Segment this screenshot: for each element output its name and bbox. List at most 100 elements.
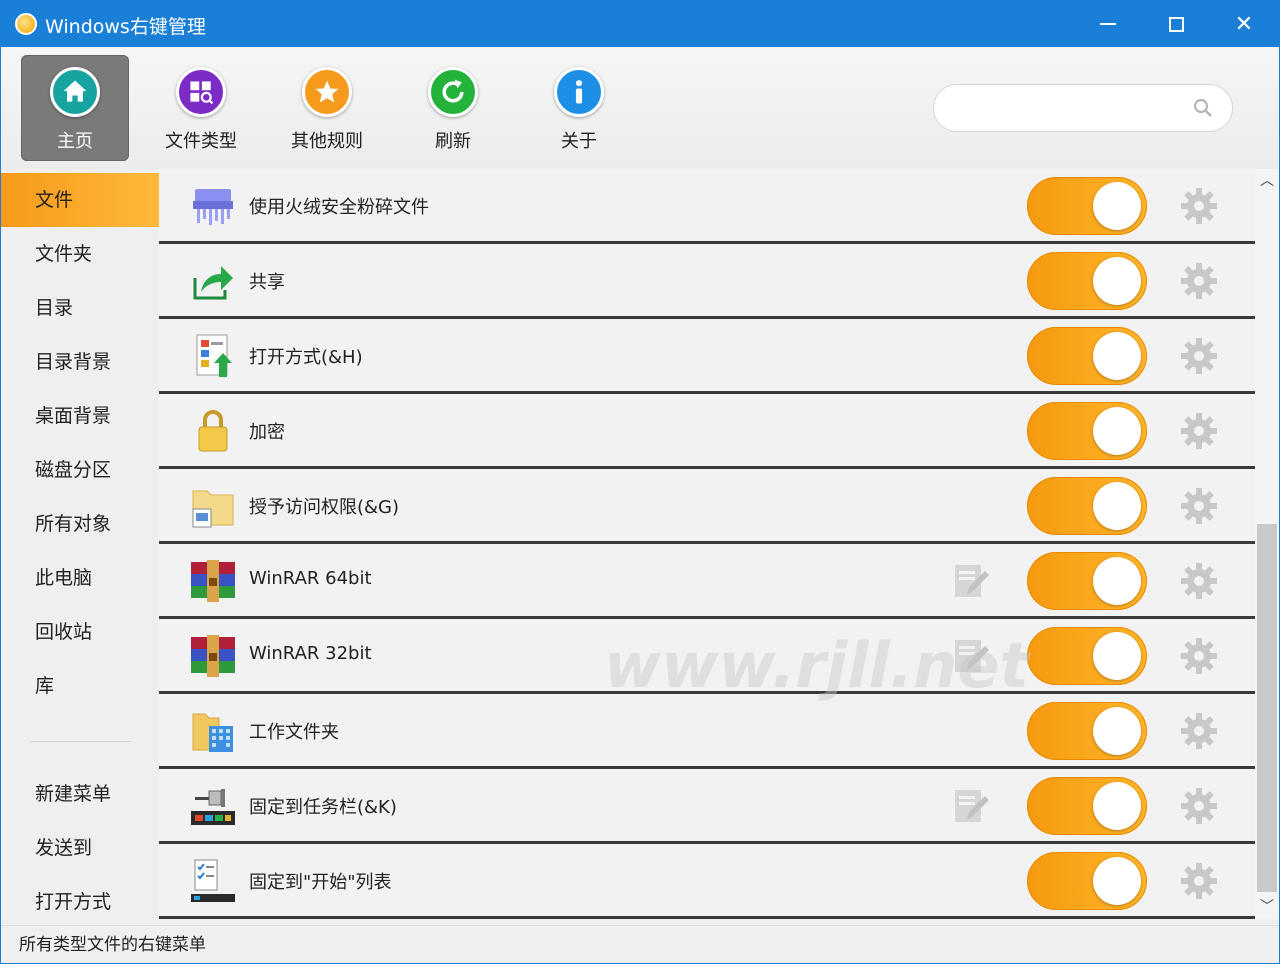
sidebar-item-this-pc[interactable]: 此电脑 (1, 551, 159, 605)
menu-item-list: 使用火绒安全粉碎文件 共享 打开方式(&H) 加密 授予访问权限(&G) Win… (159, 169, 1255, 919)
enable-toggle[interactable] (1027, 177, 1147, 235)
search-box[interactable] (933, 84, 1233, 132)
home-icon (50, 67, 100, 117)
winrar-icon (191, 635, 235, 677)
sidebar-item-recycle-bin[interactable]: 回收站 (1, 605, 159, 659)
sidebar-item-all-objects[interactable]: 所有对象 (1, 497, 159, 551)
toggle-knob (1093, 782, 1141, 830)
edit-icon[interactable] (951, 786, 991, 826)
gear-icon[interactable] (1178, 560, 1220, 602)
row-label: 授予访问权限(&G) (249, 497, 400, 518)
gear-icon[interactable] (1178, 410, 1220, 452)
enable-toggle[interactable] (1027, 477, 1147, 535)
list-item: 打开方式(&H) (159, 319, 1255, 394)
work-folder-icon (192, 713, 233, 752)
sidebar: 文件 文件夹 目录 目录背景 桌面背景 磁盘分区 所有对象 此电脑 回收站 库 … (1, 169, 159, 925)
toggle-knob (1093, 332, 1141, 380)
toolbar-file-type-label: 文件类型 (165, 131, 237, 152)
vertical-scrollbar[interactable]: ︿ ﹀ (1255, 169, 1279, 919)
sidebar-item-folder[interactable]: 文件夹 (1, 227, 159, 281)
toggle-knob (1093, 182, 1141, 230)
edit-icon[interactable] (951, 636, 991, 676)
toggle-knob (1093, 407, 1141, 455)
minimize-button[interactable] (1075, 1, 1141, 47)
app-logo-icon (15, 13, 37, 35)
star-icon (302, 67, 352, 117)
chevron-up-icon: ︿ (1260, 173, 1274, 189)
maximize-button[interactable] (1143, 1, 1209, 47)
title-bar[interactable]: Windows右键管理 ✕ (1, 1, 1279, 47)
list-item: 固定到"开始"列表 (159, 844, 1255, 919)
sidebar-item-file[interactable]: 文件 (1, 173, 159, 227)
gear-icon[interactable] (1178, 710, 1220, 752)
enable-toggle[interactable] (1027, 402, 1147, 460)
taskbar-pin-icon (191, 789, 235, 825)
toggle-knob (1093, 482, 1141, 530)
scroll-up-button[interactable]: ︿ (1255, 169, 1279, 191)
shredder-icon (193, 189, 233, 225)
search-icon[interactable] (1192, 97, 1214, 119)
toggle-knob (1093, 557, 1141, 605)
row-label: WinRAR 32bit (249, 643, 372, 664)
edit-icon[interactable] (951, 561, 991, 601)
gear-icon[interactable] (1178, 335, 1220, 377)
lock-icon (198, 410, 228, 452)
maximize-icon (1168, 16, 1184, 32)
info-icon (554, 67, 604, 117)
enable-toggle[interactable] (1027, 702, 1147, 760)
gear-icon[interactable] (1178, 785, 1220, 827)
toggle-knob (1093, 257, 1141, 305)
toolbar-home-label: 主页 (57, 131, 93, 152)
list-item: WinRAR 32bit (159, 619, 1255, 694)
gear-icon[interactable] (1178, 485, 1220, 527)
search-input[interactable] (952, 95, 1192, 121)
close-button[interactable]: ✕ (1211, 1, 1277, 47)
sidebar-item-open-with[interactable]: 打开方式 (1, 875, 159, 929)
toggle-knob (1093, 857, 1141, 905)
sidebar-item-send-to[interactable]: 发送到 (1, 821, 159, 875)
toolbar-file-type-button[interactable]: 文件类型 (147, 55, 255, 161)
list-item: 授予访问权限(&G) (159, 469, 1255, 544)
gear-icon[interactable] (1178, 185, 1220, 227)
toolbar-about-button[interactable]: 关于 (525, 55, 633, 161)
gear-icon[interactable] (1178, 860, 1220, 902)
enable-toggle[interactable] (1027, 252, 1147, 310)
status-text: 所有类型文件的右键菜单 (19, 935, 206, 955)
toolbar-refresh-button[interactable]: 刷新 (399, 55, 507, 161)
scroll-down-button[interactable]: ﹀ (1255, 895, 1279, 917)
row-label: 打开方式(&H) (249, 347, 363, 368)
enable-toggle[interactable] (1027, 627, 1147, 685)
gear-icon[interactable] (1178, 635, 1220, 677)
sidebar-item-library[interactable]: 库 (1, 659, 159, 713)
sidebar-item-new-menu[interactable]: 新建菜单 (1, 767, 159, 821)
row-label: WinRAR 64bit (249, 568, 372, 589)
list-item: 固定到任务栏(&K) (159, 769, 1255, 844)
sidebar-item-directory[interactable]: 目录 (1, 281, 159, 335)
winrar-icon (191, 560, 235, 602)
row-label: 工作文件夹 (249, 722, 339, 743)
sidebar-item-desktop-background[interactable]: 桌面背景 (1, 389, 159, 443)
file-type-icon (176, 67, 226, 117)
enable-toggle[interactable] (1027, 852, 1147, 910)
scroll-thumb[interactable] (1257, 524, 1277, 892)
enable-toggle[interactable] (1027, 777, 1147, 835)
app-window: Windows右键管理 ✕ 主页 文件类型 其他规则 刷新 关于 文件 文件夹 … (0, 0, 1280, 964)
list-item: 共享 (159, 244, 1255, 319)
status-bar: 所有类型文件的右键菜单 (1, 925, 1279, 963)
list-item: WinRAR 64bit (159, 544, 1255, 619)
sidebar-divider (31, 741, 131, 742)
window-title: Windows右键管理 (45, 16, 206, 38)
row-label: 固定到"开始"列表 (249, 872, 392, 893)
toolbar-other-rules-button[interactable]: 其他规则 (273, 55, 381, 161)
access-folder-icon (192, 490, 234, 528)
enable-toggle[interactable] (1027, 327, 1147, 385)
toolbar-home-button[interactable]: 主页 (21, 55, 129, 161)
sidebar-item-directory-background[interactable]: 目录背景 (1, 335, 159, 389)
enable-toggle[interactable] (1027, 552, 1147, 610)
toggle-knob (1093, 707, 1141, 755)
sidebar-item-disk-partition[interactable]: 磁盘分区 (1, 443, 159, 497)
row-label: 固定到任务栏(&K) (249, 797, 397, 818)
start-list-icon (191, 859, 235, 902)
chevron-down-icon: ﹀ (1260, 899, 1274, 915)
gear-icon[interactable] (1178, 260, 1220, 302)
